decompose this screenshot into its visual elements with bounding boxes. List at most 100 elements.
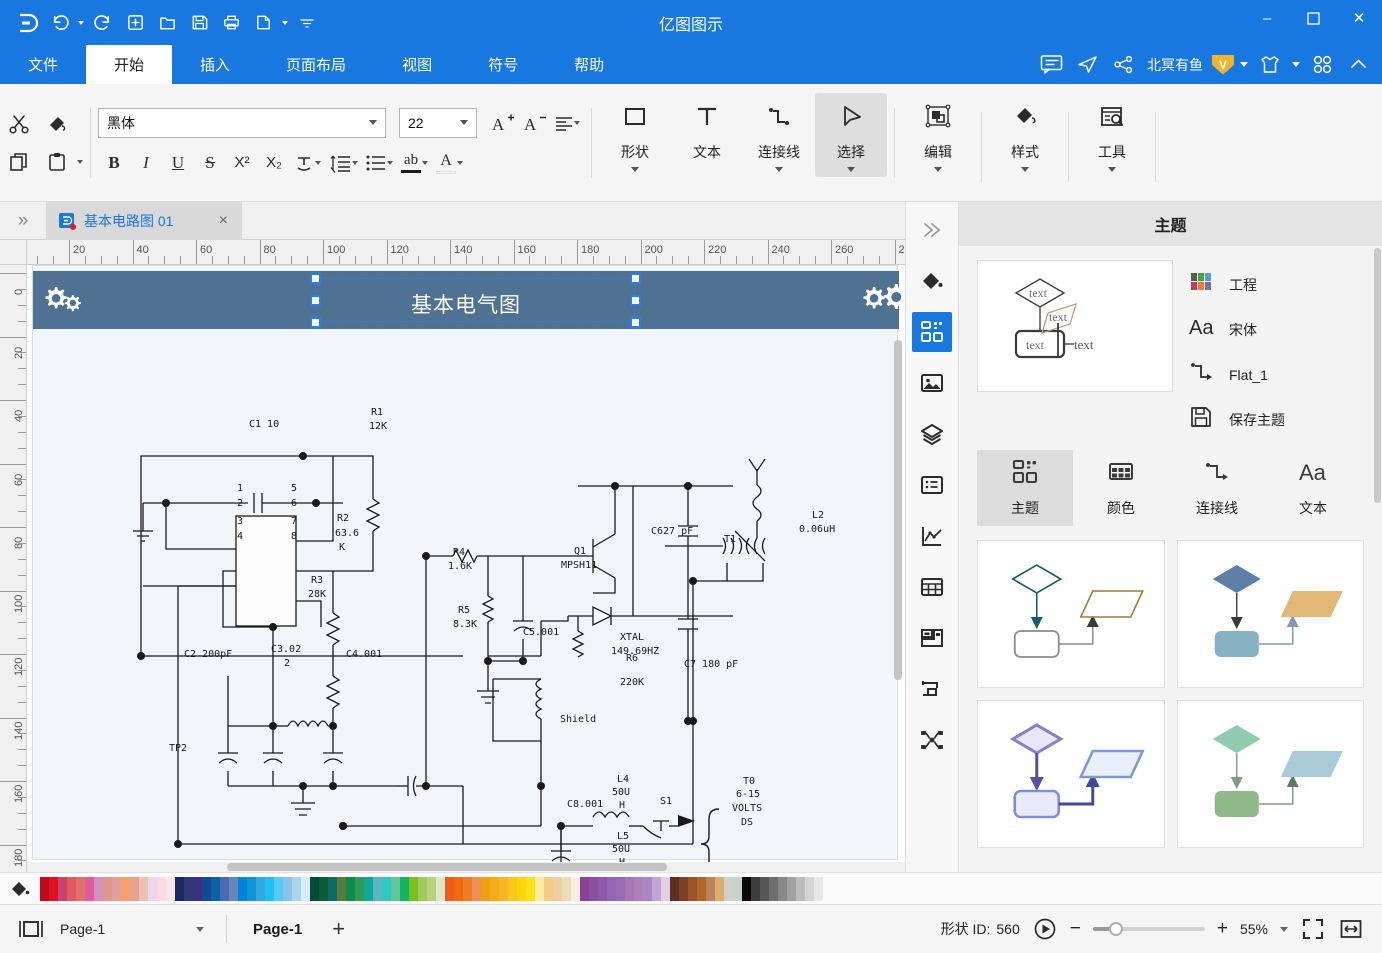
properties-icon[interactable] [912,465,952,505]
color-swatch[interactable] [373,876,382,901]
style-button[interactable]: 样式 [989,93,1061,177]
menu-tab-home[interactable]: 开始 [86,45,173,84]
panel-scrollbar-thumb[interactable] [1374,248,1381,503]
highlight-dropdown-icon[interactable] [422,160,428,165]
zoom-in-button[interactable]: + [1217,918,1228,940]
zoom-slider[interactable] [1092,922,1205,936]
color-swatch[interactable] [670,876,679,901]
color-swatch[interactable] [571,876,580,901]
edit-dropdown-icon[interactable] [934,167,942,172]
color-swatch[interactable] [247,876,256,901]
color-swatch[interactable] [418,876,427,901]
color-swatch[interactable] [634,876,643,901]
tab-color[interactable]: 颜色 [1073,450,1169,526]
theme-connector-property[interactable]: Flat_1 [1189,360,1364,389]
color-swatch[interactable] [67,876,76,901]
color-swatch[interactable] [733,876,742,901]
increase-font-icon[interactable]: A [487,106,519,140]
color-swatch[interactable] [85,876,94,901]
bullet-list-icon[interactable] [362,146,397,180]
color-swatch[interactable] [715,876,724,901]
customize-icon[interactable] [292,8,322,38]
format-painter-icon[interactable] [38,105,76,143]
send-icon[interactable] [1071,49,1103,81]
connector-dropdown-icon[interactable] [775,167,783,172]
close-icon[interactable]: × [215,212,232,230]
open-icon[interactable] [152,8,182,38]
color-swatch[interactable] [319,876,328,901]
export-dropdown-icon[interactable] [280,8,290,38]
color-swatch[interactable] [580,876,589,901]
cut-icon[interactable] [0,105,38,143]
color-swatch[interactable] [688,876,697,901]
vertical-ruler[interactable]: 0 20 40 60 80 100 120 140 160 180 [0,265,27,872]
color-swatch[interactable] [382,876,391,901]
page-sheet[interactable]: 基本电气图 C1 10 R1 12K R2 63.6 K R3 28K 1 2 … [32,265,909,872]
color-swatch[interactable] [400,876,409,901]
color-swatch[interactable] [652,876,661,901]
color-swatch[interactable] [796,876,805,901]
color-swatch[interactable] [607,876,616,901]
add-page-button[interactable]: + [322,918,355,940]
image-icon[interactable] [912,363,952,403]
color-swatch[interactable] [283,876,292,901]
color-swatch[interactable] [742,876,751,901]
user-name[interactable]: 北冥有鱼 [1147,55,1203,75]
menu-tab-help[interactable]: 帮助 [546,45,632,84]
color-swatch[interactable] [463,876,472,901]
select-button[interactable]: 选择 [815,93,887,177]
color-swatch[interactable] [220,876,229,901]
color-swatch[interactable] [130,876,139,901]
color-swatch[interactable] [337,876,346,901]
theme-color-property[interactable]: 工程 [1189,270,1364,299]
collapse-ribbon-icon[interactable] [1342,49,1374,81]
copy-icon[interactable] [0,143,38,181]
save-icon[interactable] [184,8,214,38]
color-swatch[interactable] [310,876,319,901]
font-size-select[interactable]: 22 [399,107,477,138]
menu-tab-file[interactable]: 文件 [0,45,86,84]
resize-handle-sw[interactable] [310,317,321,328]
italic-icon[interactable]: I [130,146,162,180]
expand-tabs-icon[interactable]: » [0,202,46,240]
grid-apps-icon[interactable] [1306,49,1338,81]
resize-handle-se[interactable] [630,317,641,328]
font-color-icon[interactable]: A [432,146,467,180]
color-swatch[interactable] [490,876,499,901]
resize-handle-e[interactable] [630,295,641,306]
fit-page-icon[interactable] [1300,916,1326,942]
color-swatch[interactable] [103,876,112,901]
color-swatch[interactable] [760,876,769,901]
color-swatch[interactable] [598,876,607,901]
text-curve-icon[interactable] [290,146,325,180]
color-swatch[interactable] [346,876,355,901]
subscript-icon[interactable]: X₂ [258,146,290,180]
color-swatch[interactable] [751,876,760,901]
menu-tab-insert[interactable]: 插入 [172,45,258,84]
color-swatch[interactable] [193,876,202,901]
color-swatch[interactable] [706,876,715,901]
color-swatch[interactable] [553,876,562,901]
text-curve-dropdown-icon[interactable] [315,160,321,165]
new-icon[interactable] [120,8,150,38]
color-swatch[interactable] [481,876,490,901]
logo-icon[interactable] [12,8,42,38]
color-swatch[interactable] [364,876,373,901]
color-swatch[interactable] [211,876,220,901]
color-swatch[interactable] [121,876,130,901]
color-swatch[interactable] [49,876,58,901]
color-swatch[interactable] [526,876,535,901]
text-button[interactable]: 文本 [671,93,743,160]
shirt-icon[interactable] [1254,49,1286,81]
color-swatch[interactable] [166,876,175,901]
color-swatch[interactable] [778,876,787,901]
align-icon[interactable] [551,106,584,140]
color-swatch[interactable] [769,876,778,901]
color-swatch[interactable] [805,876,814,901]
title-banner-shape[interactable]: 基本电气图 [33,271,909,329]
color-swatch[interactable] [184,876,193,901]
font-color-dropdown-icon[interactable] [457,160,463,165]
arrange-icon[interactable] [912,669,952,709]
canvas-vertical-scrollbar[interactable] [894,270,905,860]
zoom-level-value[interactable]: 55% [1240,921,1268,937]
